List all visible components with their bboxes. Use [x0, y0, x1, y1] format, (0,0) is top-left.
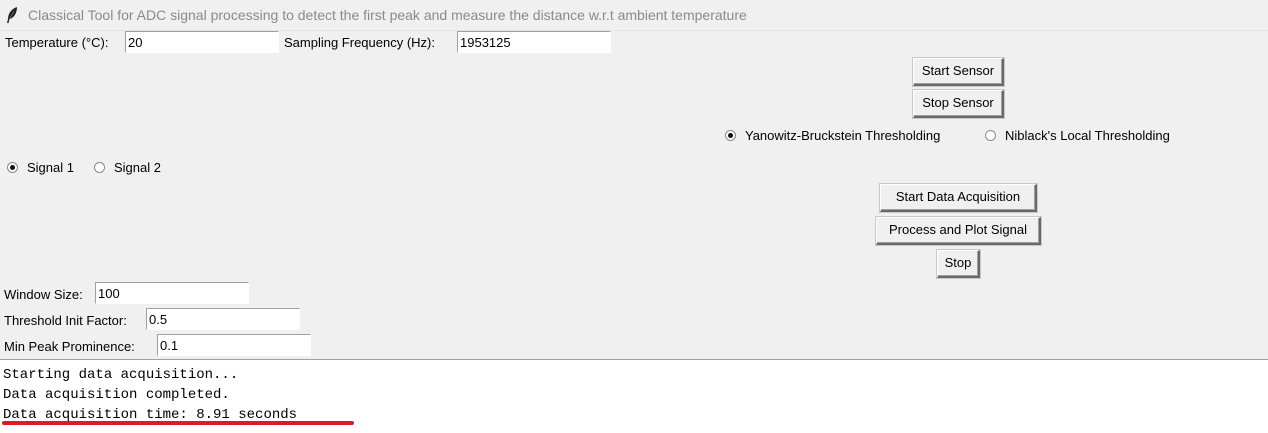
radio-signal-2-label: Signal 2: [114, 160, 161, 175]
sampling-frequency-input[interactable]: [457, 31, 611, 53]
window-size-label: Window Size:: [4, 287, 83, 302]
radio-yanowitz[interactable]: Yanowitz-Bruckstein Thresholding: [725, 128, 940, 143]
stop-sensor-button[interactable]: Stop Sensor: [913, 90, 1004, 118]
radio-unselected-icon: [985, 130, 996, 141]
radio-unselected-icon: [94, 162, 105, 173]
process-and-plot-signal-button[interactable]: Process and Plot Signal: [876, 217, 1041, 245]
console-line: Starting data acquisition...: [3, 367, 239, 383]
annotation-underline: [2, 421, 354, 425]
stop-button[interactable]: Stop: [937, 250, 980, 278]
radio-niblack[interactable]: Niblack's Local Thresholding: [985, 128, 1170, 143]
radio-signal-2[interactable]: Signal 2: [94, 160, 161, 175]
console-line: Data acquisition completed.: [3, 387, 230, 403]
threshold-init-factor-input[interactable]: [146, 308, 300, 330]
radio-niblack-label: Niblack's Local Thresholding: [1005, 128, 1170, 143]
window-size-input[interactable]: [95, 282, 249, 304]
sampling-frequency-label: Sampling Frequency (Hz):: [284, 35, 435, 50]
radio-signal-1-label: Signal 1: [27, 160, 74, 175]
radio-selected-icon: [725, 130, 736, 141]
min-peak-prominence-label: Min Peak Prominence:: [4, 339, 135, 354]
start-data-acquisition-button[interactable]: Start Data Acquisition: [880, 184, 1037, 212]
radio-yanowitz-label: Yanowitz-Bruckstein Thresholding: [745, 128, 941, 143]
temperature-label: Temperature (°C):: [5, 35, 109, 50]
radio-selected-icon: [7, 162, 18, 173]
title-bar: Classical Tool for ADC signal processing…: [0, 0, 1268, 31]
feather-icon: [7, 7, 17, 23]
temperature-input[interactable]: [125, 31, 279, 53]
window-title: Classical Tool for ADC signal processing…: [28, 7, 747, 23]
threshold-init-factor-label: Threshold Init Factor:: [4, 313, 127, 328]
radio-signal-1[interactable]: Signal 1: [7, 160, 74, 175]
min-peak-prominence-input[interactable]: [157, 334, 311, 356]
start-sensor-button[interactable]: Start Sensor: [913, 58, 1004, 86]
